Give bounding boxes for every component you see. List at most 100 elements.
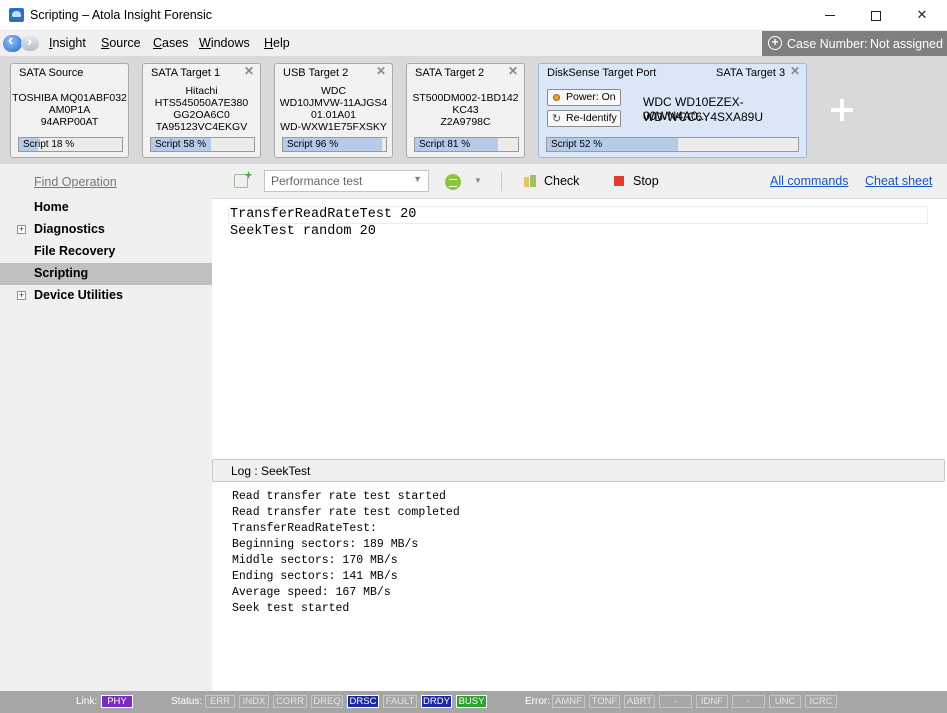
script-editor[interactable]: TransferReadRateTest 20 SeekTest random … (212, 199, 947, 459)
menu-source[interactable]: Source (101, 36, 141, 50)
log-line: TransferReadRateTest: (232, 522, 377, 535)
re-identify-label: Re-Identify (566, 112, 617, 124)
sidebar-item-device-utilities[interactable]: + Device Utilities (0, 285, 212, 307)
close-icon: ✕ (916, 7, 928, 22)
disksense-title: DiskSense Target Port (547, 67, 657, 79)
power-button[interactable]: Power: On (547, 89, 621, 106)
power-led-icon (553, 94, 560, 101)
close-device-icon[interactable]: ✕ (790, 64, 800, 78)
case-number-value[interactable]: Not assigned (870, 37, 943, 51)
device-card-disksense-target-3[interactable]: DiskSense Target Port SATA Target 3 ✕ Po… (538, 63, 807, 158)
log-output[interactable]: Read transfer rate test started Read tra… (212, 482, 947, 691)
run-options-chevron-icon[interactable]: ▼ (474, 176, 482, 185)
error-indicator-abrt: ABRT (624, 695, 655, 708)
device-title: SATA Target 2 (415, 67, 485, 79)
menu-insight[interactable]: Insight (49, 36, 86, 50)
log-line: Read transfer rate test completed (232, 506, 460, 519)
log-header: Log : SeekTest (212, 459, 945, 482)
minimize-icon (825, 15, 835, 17)
log-line: Read transfer rate test started (232, 490, 446, 503)
device-vendor: Hitachi (185, 85, 218, 97)
close-device-icon[interactable]: ✕ (508, 64, 518, 78)
sidebar-item-diagnostics[interactable]: + Diagnostics (0, 219, 212, 241)
back-arrow-icon[interactable] (3, 32, 22, 52)
code-line[interactable]: SeekTest random 20 (230, 224, 376, 239)
stop-icon[interactable] (614, 176, 624, 186)
status-bar: Link: PHY Status: ERR INDX CORR DREQ DRS… (0, 691, 947, 713)
error-indicator-blank: - (659, 695, 692, 708)
error-indicator-unc: UNC (769, 695, 801, 708)
app-logo-icon (9, 8, 24, 22)
script-select[interactable]: Performance test ▼ (264, 170, 429, 192)
check-icon[interactable] (524, 175, 536, 187)
case-number-area[interactable]: + Case Number: Not assigned (762, 31, 947, 56)
progress-label: Script 52 % (551, 139, 603, 150)
status-indicator-drsc: DRSC (347, 695, 379, 708)
device-serial: WD-WXW1E75FXSKY (280, 121, 387, 133)
check-button[interactable]: Check (544, 174, 579, 188)
device-card-sata-target-1[interactable]: SATA Target 1 ✕ Hitachi HTS545050A7E380 … (142, 63, 261, 158)
expand-plus-icon[interactable]: + (17, 225, 26, 234)
stop-button[interactable]: Stop (633, 174, 659, 188)
forward-arrow-icon[interactable] (21, 33, 39, 51)
log-line: Middle sectors: 170 MB/s (232, 554, 398, 567)
log-line: Average speed: 167 MB/s (232, 586, 391, 599)
device-serial: TA95123VC4EKGV (155, 121, 248, 133)
error-indicator-tonf: TONF (589, 695, 620, 708)
device-firmware: AM0P1A (48, 104, 91, 116)
close-device-icon[interactable]: ✕ (376, 64, 386, 78)
add-device-icon[interactable] (831, 99, 853, 121)
device-model: ST500DM002-1BD142 (412, 92, 519, 104)
device-model: WD10JMVW-11AJGS4 (279, 97, 388, 109)
status-indicator-fault: FAULT (383, 695, 417, 708)
sidebar-item-scripting[interactable]: Scripting (0, 263, 212, 285)
refresh-icon: ↻ (552, 113, 562, 125)
run-script-icon[interactable] (445, 174, 461, 190)
menu-help[interactable]: Help (264, 36, 290, 50)
close-device-icon[interactable]: ✕ (244, 64, 254, 78)
maximize-button[interactable] (853, 0, 899, 31)
code-line[interactable]: TransferReadRateTest 20 (230, 207, 416, 222)
re-identify-button[interactable]: ↻ Re-Identify (547, 110, 621, 127)
add-case-icon[interactable]: + (768, 36, 782, 50)
device-card-usb-target-2[interactable]: USB Target 2 ✕ WDC WD10JMVW-11AJGS4 01.0… (274, 63, 393, 158)
device-vendor: WDC (320, 85, 347, 97)
find-operation-link[interactable]: Find Operation (34, 175, 117, 189)
device-card-sata-target-2[interactable]: SATA Target 2 ✕ ST500DM002-1BD142 KC43 Z… (406, 63, 525, 158)
menu-cases[interactable]: Cases (153, 36, 188, 50)
device-firmware: GG2OA6C0 (173, 109, 230, 121)
device-firmware: 01.01A01 (311, 109, 356, 121)
chevron-down-icon: ▼ (413, 174, 422, 184)
all-commands-link[interactable]: All commands (770, 174, 849, 188)
minimize-button[interactable] (807, 0, 853, 31)
sidebar-item-file-recovery[interactable]: File Recovery (0, 241, 212, 263)
script-toolbar: Performance test ▼ ▼ Check Stop All comm… (212, 164, 947, 199)
device-firmware: KC43 (452, 104, 479, 116)
link-phy-indicator: PHY (101, 695, 133, 708)
device-serial: 94ARP00AT (40, 116, 99, 128)
status-indicator-corr: CORR (273, 695, 307, 708)
device-title: SATA Source (19, 67, 84, 79)
status-indicator-dreq: DREQ (311, 695, 343, 708)
sidebar-item-label: Diagnostics (34, 222, 105, 236)
new-script-icon[interactable] (234, 168, 252, 188)
device-progress-bar: Script 58 % (150, 137, 255, 152)
error-label: Error: (525, 696, 550, 707)
status-indicator-busy: BUSY (456, 695, 487, 708)
sidebar-item-label: Scripting (34, 266, 89, 280)
maximize-icon (871, 10, 881, 21)
progress-label: Script 96 % (287, 139, 339, 150)
device-card-sata-source[interactable]: SATA Source TOSHIBA MQ01ABF032 AM0P1A 94… (10, 63, 129, 158)
nav-buttons (3, 32, 40, 52)
close-button[interactable]: ✕ (899, 0, 945, 31)
sidebar-item-label: Device Utilities (34, 288, 123, 302)
sidebar-item-home[interactable]: Home (0, 197, 212, 219)
error-indicator-idnf: IDNF (696, 695, 728, 708)
disksense-subtitle: SATA Target 3 (716, 67, 786, 79)
error-indicator-blank: - (732, 695, 765, 708)
cheat-sheet-link[interactable]: Cheat sheet (865, 174, 932, 188)
status-indicator-indx: INDX (239, 695, 269, 708)
menu-windows[interactable]: Windows (199, 36, 250, 50)
expand-plus-icon[interactable]: + (17, 291, 26, 300)
device-title: SATA Target 1 (151, 67, 221, 79)
